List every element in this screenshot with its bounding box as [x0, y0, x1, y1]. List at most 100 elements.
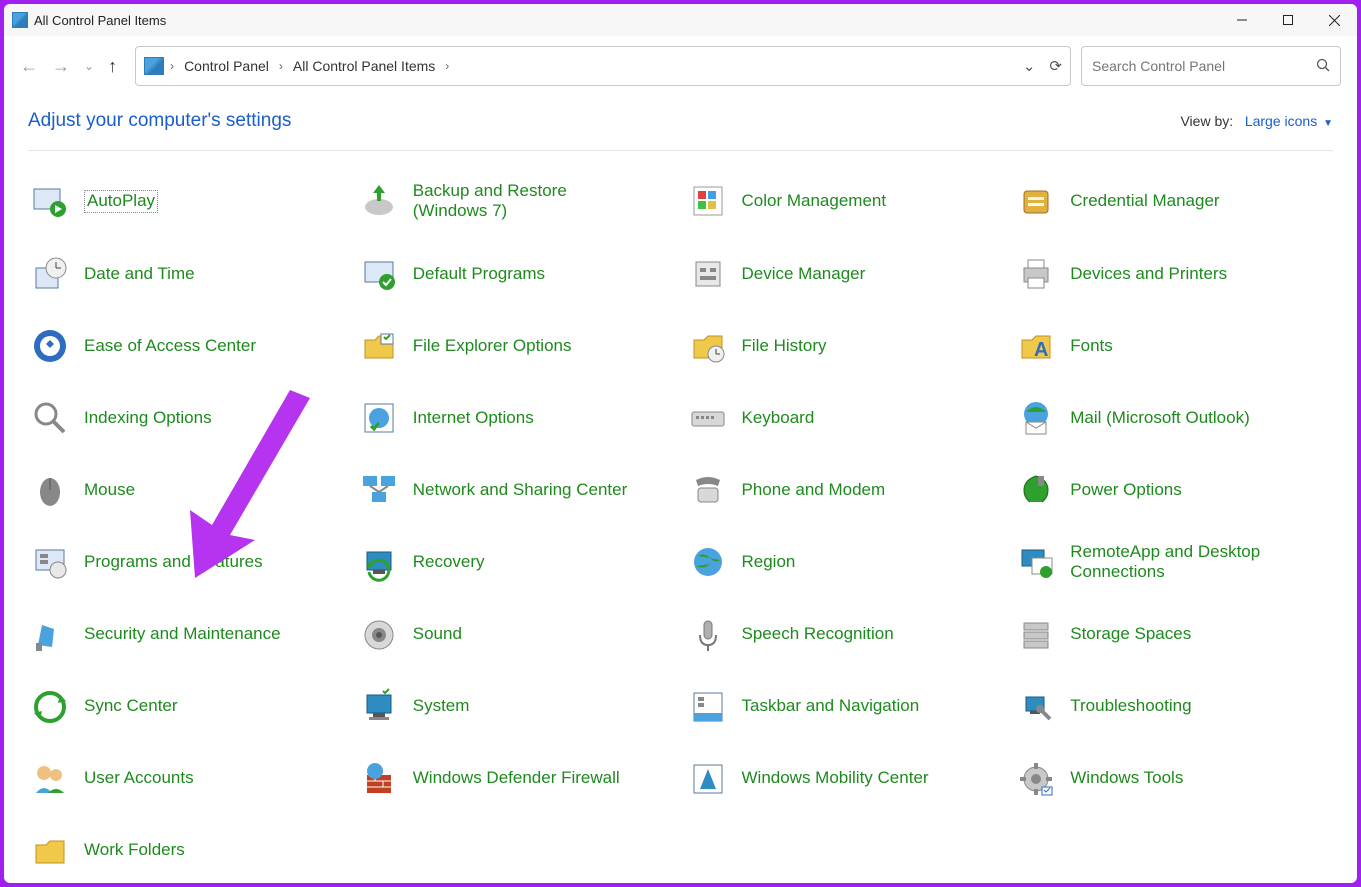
control-panel-item[interactable]: Credential Manager	[1014, 179, 1333, 224]
chevron-right-icon[interactable]: ›	[445, 59, 449, 73]
chevron-right-icon[interactable]: ›	[279, 59, 283, 73]
item-label: Device Manager	[742, 264, 866, 284]
control-panel-item[interactable]: Recovery	[357, 540, 676, 585]
item-label: Sound	[413, 624, 462, 644]
search-icon	[1316, 58, 1330, 75]
search-box[interactable]	[1081, 46, 1341, 86]
printer-icon	[1016, 254, 1056, 294]
control-panel-item[interactable]: Programs and Features	[28, 540, 347, 585]
control-panel-item[interactable]: Windows Tools	[1014, 757, 1333, 801]
breadcrumb-root[interactable]: Control Panel	[180, 56, 273, 76]
control-panel-item[interactable]: Sound	[357, 613, 676, 657]
users-icon	[30, 759, 70, 799]
minimize-icon	[1237, 15, 1247, 25]
fonts-icon: A	[1016, 326, 1056, 366]
item-label: Mouse	[84, 480, 135, 500]
chevron-right-icon[interactable]: ›	[170, 59, 174, 73]
control-panel-item[interactable]: System	[357, 685, 676, 729]
item-label: Mail (Microsoft Outlook)	[1070, 408, 1249, 428]
control-panel-item[interactable]: Sync Center	[28, 685, 347, 729]
item-label: File History	[742, 336, 827, 356]
view-by-label: View by:	[1180, 113, 1233, 129]
control-panel-item[interactable]: AutoPlay	[28, 179, 347, 224]
control-panel-item[interactable]: Mouse	[28, 468, 347, 512]
item-label: Fonts	[1070, 336, 1113, 356]
indexing-icon	[30, 398, 70, 438]
control-panel-item[interactable]: A Fonts	[1014, 324, 1333, 368]
control-panel-item[interactable]: Troubleshooting	[1014, 685, 1333, 729]
maximize-icon	[1283, 15, 1293, 25]
control-panel-item[interactable]: Work Folders	[28, 829, 347, 873]
control-panel-item[interactable]: Keyboard	[686, 396, 1005, 440]
control-panel-item[interactable]: Windows Defender Firewall	[357, 757, 676, 801]
remote-icon	[1016, 542, 1056, 582]
control-panel-item[interactable]: RemoteApp and Desktop Connections	[1014, 540, 1333, 585]
item-label: Taskbar and Navigation	[742, 696, 920, 716]
item-label: AutoPlay	[84, 190, 158, 212]
control-panel-item[interactable]: File History	[686, 324, 1005, 368]
breadcrumb[interactable]: › Control Panel › All Control Panel Item…	[135, 46, 1071, 86]
item-label: Backup and Restore (Windows 7)	[413, 181, 633, 222]
ease-icon	[30, 326, 70, 366]
close-icon	[1329, 15, 1340, 26]
breadcrumb-current[interactable]: All Control Panel Items	[289, 56, 439, 76]
control-panel-item[interactable]: Mail (Microsoft Outlook)	[1014, 396, 1333, 440]
chevron-down-icon[interactable]: ⌄	[1023, 57, 1036, 75]
control-panel-item[interactable]: Device Manager	[686, 252, 1005, 296]
forward-button[interactable]: →	[52, 56, 70, 77]
control-panel-item[interactable]: Color Management	[686, 179, 1005, 224]
page-heading: Adjust your computer's settings	[28, 110, 291, 132]
up-button[interactable]: ↑	[108, 56, 117, 77]
item-label: Color Management	[742, 191, 887, 211]
item-label: Programs and Features	[84, 552, 263, 572]
control-panel-item[interactable]: Security and Maintenance	[28, 613, 347, 657]
backup-icon	[359, 181, 399, 221]
search-input[interactable]	[1092, 58, 1316, 74]
control-panel-item[interactable]: Network and Sharing Center	[357, 468, 676, 512]
control-panel-item[interactable]: Indexing Options	[28, 396, 347, 440]
control-panel-icon	[144, 57, 164, 75]
folder-icon	[359, 326, 399, 366]
item-label: Internet Options	[413, 408, 534, 428]
view-by: View by: Large icons ▼	[1180, 113, 1333, 129]
window-controls	[1219, 4, 1357, 36]
view-by-dropdown[interactable]: Large icons ▼	[1245, 113, 1333, 129]
item-label: System	[413, 696, 470, 716]
sound-icon	[359, 615, 399, 655]
item-label: User Accounts	[84, 768, 194, 788]
control-panel-item[interactable]: Ease of Access Center	[28, 324, 347, 368]
control-panel-item[interactable]: Speech Recognition	[686, 613, 1005, 657]
header-row: Adjust your computer's settings View by:…	[28, 110, 1333, 151]
control-panel-item[interactable]: Devices and Printers	[1014, 252, 1333, 296]
phone-icon	[688, 470, 728, 510]
back-button[interactable]: ←	[20, 56, 38, 77]
recent-locations-button[interactable]: ⌄	[84, 59, 94, 73]
control-panel-item[interactable]: File Explorer Options	[357, 324, 676, 368]
item-label: Security and Maintenance	[84, 624, 281, 644]
item-label: Recovery	[413, 552, 485, 572]
control-panel-item[interactable]: Region	[686, 540, 1005, 585]
control-panel-item[interactable]: User Accounts	[28, 757, 347, 801]
troubleshoot-icon	[1016, 687, 1056, 727]
minimize-button[interactable]	[1219, 4, 1265, 36]
control-panel-item[interactable]: Taskbar and Navigation	[686, 685, 1005, 729]
datetime-icon	[30, 254, 70, 294]
network-icon	[359, 470, 399, 510]
close-button[interactable]	[1311, 4, 1357, 36]
control-panel-item[interactable]: Windows Mobility Center	[686, 757, 1005, 801]
titlebar: All Control Panel Items	[4, 4, 1357, 36]
item-label: Sync Center	[84, 696, 178, 716]
item-label: Windows Defender Firewall	[413, 768, 620, 788]
refresh-button[interactable]: ⟳	[1049, 57, 1062, 75]
control-panel-item[interactable]: Phone and Modem	[686, 468, 1005, 512]
mouse-icon	[30, 470, 70, 510]
control-panel-item[interactable]: Storage Spaces	[1014, 613, 1333, 657]
control-panel-item[interactable]: Internet Options	[357, 396, 676, 440]
control-panel-item[interactable]: Backup and Restore (Windows 7)	[357, 179, 676, 224]
control-panel-app-icon	[12, 12, 28, 28]
control-panel-item[interactable]: Power Options	[1014, 468, 1333, 512]
control-panel-item[interactable]: Default Programs	[357, 252, 676, 296]
control-panel-item[interactable]: Date and Time	[28, 252, 347, 296]
maximize-button[interactable]	[1265, 4, 1311, 36]
taskbar-icon	[688, 687, 728, 727]
